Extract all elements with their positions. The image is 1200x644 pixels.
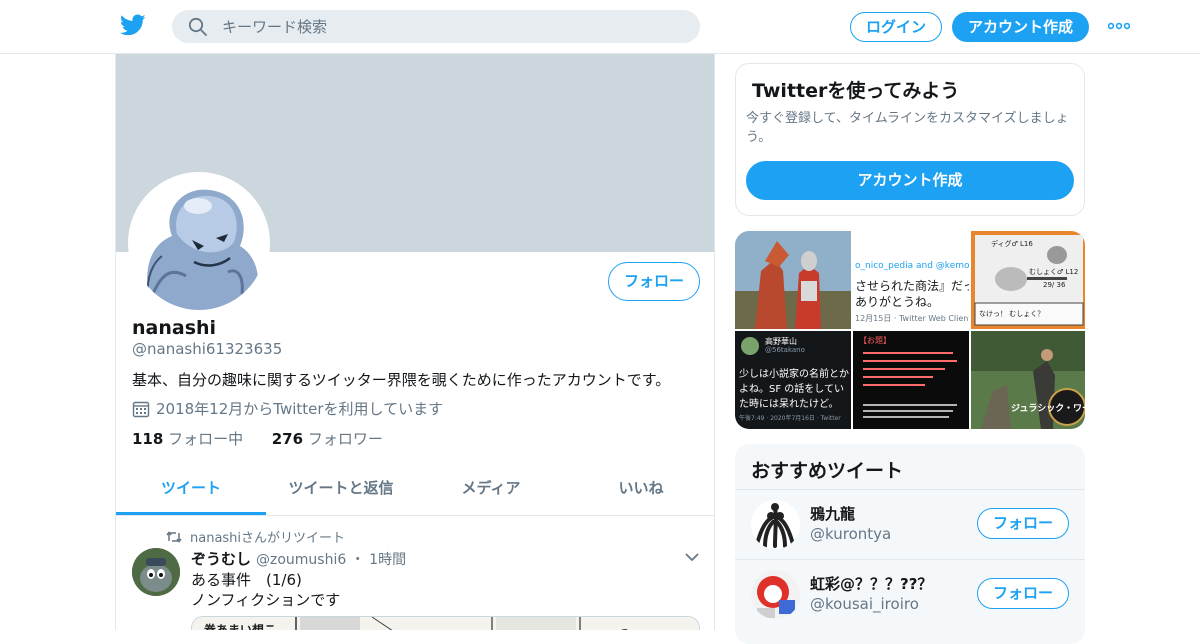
svg-text:っ: っ xyxy=(618,624,630,630)
jurassic-logo-text: ジュラシック・ワールド xyxy=(1011,404,1085,414)
tile-quote-line-2: ありがとうね。 xyxy=(855,295,940,309)
profile-avatar[interactable] xyxy=(128,172,270,314)
followers-label: フォロワー xyxy=(307,430,383,448)
game-text-mid: むしょく♂ L12 xyxy=(1029,268,1079,276)
manga-caption: 巻あまい想こ xyxy=(204,623,277,630)
tweet-meta: @zoumushi6 ・ 1時間 xyxy=(256,549,406,569)
tweet-author-name[interactable]: ぞうむし xyxy=(191,548,251,569)
recommended-title: おすすめツイート xyxy=(751,460,904,482)
retweet-icon xyxy=(166,530,182,543)
profile-joined-date: 2018年12月からTwitterを利用しています xyxy=(132,398,443,419)
recommended-user-handle[interactable]: @kurontya xyxy=(810,525,891,543)
media-thumbnail[interactable]: 【お題】 xyxy=(853,331,969,429)
tweet-text-line-1: ある事件 (1/6) xyxy=(191,571,302,589)
recommended-user-avatar[interactable] xyxy=(751,570,800,619)
recommended-user-name[interactable]: 鴉九龍 xyxy=(810,503,855,524)
tile-tweet-line-3: た時には呆れたけど。 xyxy=(739,399,839,410)
media-thumbnail[interactable]: o_nico_pedia and @kemono_anim させられた商法』だっ… xyxy=(853,231,969,329)
tweet-author-handle[interactable]: @zoumushi6 xyxy=(256,552,346,568)
retweet-note: nanashiさんがリツイート xyxy=(190,531,346,546)
following-label: フォロー中 xyxy=(168,430,244,448)
tile-tweet-footer: 午後7:49 · 2020年7月16日 · Twitter xyxy=(739,415,841,422)
signup-card-title: Twitterを使ってみよう xyxy=(752,80,960,102)
calendar-icon xyxy=(132,401,150,417)
chevron-down-icon[interactable] xyxy=(684,552,700,562)
signup-button[interactable]: アカウント作成 xyxy=(952,12,1089,42)
tile-mention-line: o_nico_pedia and @kemono_anim xyxy=(855,261,969,271)
recommended-follow-button[interactable]: フォロー xyxy=(977,508,1069,539)
search-icon xyxy=(188,17,207,36)
tile-tweet-line-1: 少しは小説家の名前とか xyxy=(739,369,849,380)
profile-handle: @nanashi61323635 xyxy=(132,340,283,358)
profile-bio: 基本、自分の趣味に関するツイッター界隈を覗くために作ったアカウントです。 xyxy=(132,371,671,389)
ultraman-photo xyxy=(735,231,851,329)
recommended-follow-button[interactable]: フォロー xyxy=(977,578,1069,609)
signup-card-description: 今すぐ登録して、タイムラインをカスタマイズしましょう。 xyxy=(746,111,1069,145)
text-post-image xyxy=(863,352,957,418)
tile-quote-line-1: させられた商法』だっ xyxy=(855,279,969,293)
following-count: 118 xyxy=(132,430,164,448)
tab-tweets-and-replies[interactable]: ツイートと返信 xyxy=(266,464,416,515)
tweet-author-avatar[interactable] xyxy=(132,548,180,596)
media-thumbnail[interactable]: ディグ♂ L16 むしょく♂ L12 29/ 36 なけっ！ むしょく？ xyxy=(971,231,1085,329)
twitter-bird-icon[interactable] xyxy=(119,12,147,38)
search-input[interactable] xyxy=(222,10,682,43)
media-thumbnail[interactable]: 高野華山 @56takano 少しは小説家の名前とか よね。SF の話をしてい … xyxy=(735,331,851,429)
signup-card-button[interactable]: アカウント作成 xyxy=(746,161,1074,200)
game-text-bottom: なけっ！ むしょく？ xyxy=(979,310,1045,318)
character-avatar-image xyxy=(751,570,800,619)
recommended-user-name[interactable]: 虹彩@？？？??？ xyxy=(810,573,932,594)
hydra-avatar-image xyxy=(751,500,800,549)
game-hp: 29/ 36 xyxy=(1043,281,1066,289)
following-link[interactable]: 118 フォロー中 xyxy=(132,430,243,448)
tile-footer: 12月15日 · Twitter Web Client xyxy=(855,314,969,323)
profile-stats: 118 フォロー中 276 フォロワー xyxy=(132,428,383,449)
more-options-icon[interactable] xyxy=(1108,18,1130,34)
search-bar[interactable] xyxy=(172,10,700,43)
avatar-creature-image xyxy=(132,176,266,310)
recommended-user-row[interactable]: 虹彩@？？？??？ @kousai_iroiro フォロー xyxy=(735,559,1085,629)
game-text-top: ディグ♂ L16 xyxy=(991,240,1033,248)
media-thumbnail[interactable] xyxy=(735,231,851,329)
recommended-user-row[interactable]: 鴉九龍 @kurontya フォロー xyxy=(735,489,1085,559)
tweet-media-image[interactable]: っ 巻あまい想こ xyxy=(191,616,700,630)
retweet-indicator: nanashiさんがリツイート xyxy=(166,527,345,546)
tile-avatar xyxy=(741,337,759,355)
top-navigation-bar: ログイン アカウント作成 xyxy=(0,0,1200,54)
meta-separator: ・ xyxy=(350,552,365,568)
profile-name: nanashi xyxy=(132,317,217,339)
jurassic-world-image xyxy=(971,331,1085,429)
followers-count: 276 xyxy=(271,430,304,448)
tweet-time[interactable]: 1時間 xyxy=(369,552,406,568)
tweet-text-line-2: ノンフィクションです xyxy=(191,591,341,609)
tab-media[interactable]: メディア xyxy=(416,464,566,515)
login-button[interactable]: ログイン xyxy=(850,12,942,42)
author-avatar-image xyxy=(132,548,180,596)
profile-tabs: ツイート ツイートと返信 メディア いいね xyxy=(116,464,714,516)
follow-button[interactable]: フォロー xyxy=(608,262,700,301)
joined-text: 2018年12月からTwitterを利用しています xyxy=(156,400,444,418)
media-grid: o_nico_pedia and @kemono_anim させられた商法』だっ… xyxy=(735,231,1085,429)
followers-link[interactable]: 276 フォロワー xyxy=(272,430,383,448)
profile-column: フォロー nanashi @nanashi61323635 基本、自分の趣味に関… xyxy=(115,54,715,630)
tweet-item[interactable]: nanashiさんがリツイート ぞうむし @zoumushi6 ・ 1時間 ある… xyxy=(116,516,714,630)
tile-tweet-line-2: よね。SF の話をしてい xyxy=(739,384,844,395)
tab-likes[interactable]: いいね xyxy=(566,464,714,515)
recommended-user-handle[interactable]: @kousai_iroiro xyxy=(810,595,919,613)
recommended-card: おすすめツイート 鴉九龍 @kurontya フォロー 虹彩@？？？??？ @k… xyxy=(735,444,1085,644)
tile-author-handle: @56takano xyxy=(765,346,805,354)
signup-card: Twitterを使ってみよう 今すぐ登録して、タイムラインをカスタマイズしましょ… xyxy=(735,63,1085,216)
recommended-user-avatar[interactable] xyxy=(751,500,800,549)
tab-tweets[interactable]: ツイート xyxy=(116,464,266,515)
media-thumbnail[interactable]: ジュラシック・ワールド xyxy=(971,331,1085,429)
